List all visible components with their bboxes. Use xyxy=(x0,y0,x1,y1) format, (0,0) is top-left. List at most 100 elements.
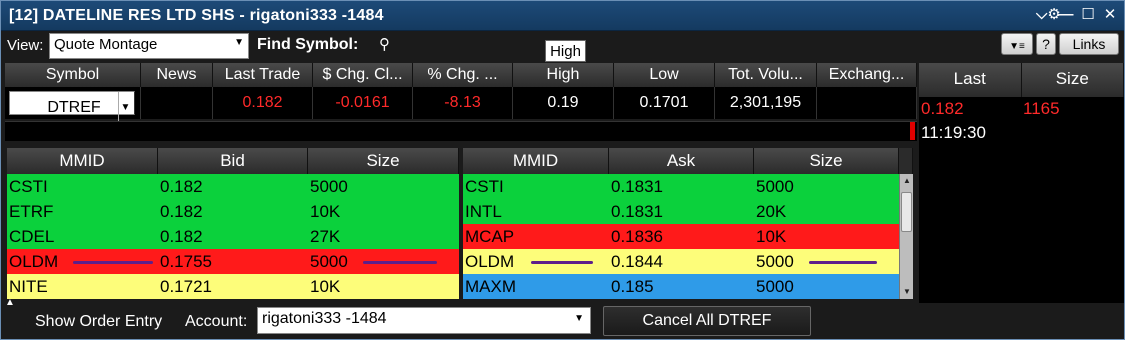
links-button[interactable]: Links xyxy=(1059,33,1119,55)
search-icon[interactable]: ⚲ xyxy=(379,35,390,53)
bid-size: 10K xyxy=(310,202,341,221)
bid-mmid: ETRF xyxy=(9,202,54,221)
time-sales-header: Last Size xyxy=(919,63,1124,97)
symbol-cell: DTREF ▼ xyxy=(5,87,141,124)
menu-dropdown-icon: ▼≡ xyxy=(1009,41,1025,52)
footer-bar: ▲ Show Order Entry Account: rigatoni333 … xyxy=(1,297,1124,339)
bid-row[interactable]: NITE 0.1721 10K xyxy=(7,274,459,299)
chevron-down-icon: ▼ xyxy=(574,313,584,324)
ask-col-header-ask[interactable]: Ask xyxy=(609,148,754,174)
bid-price: 0.182 xyxy=(160,202,203,221)
bid-row[interactable]: OLDM 0.1755 5000 xyxy=(7,249,459,274)
col-header-symbol[interactable]: Symbol xyxy=(5,63,141,87)
ask-row[interactable]: INTL 0.1831 20K xyxy=(463,199,899,224)
chart-strip xyxy=(5,121,917,141)
col-header-news[interactable]: News xyxy=(141,63,213,87)
news-cell[interactable] xyxy=(141,87,213,119)
bid-col-header-mmid[interactable]: MMID xyxy=(7,148,158,174)
col-header-high[interactable]: High xyxy=(513,63,614,87)
ask-mmid: INTL xyxy=(465,202,502,221)
view-menu-button[interactable]: ▼≡ xyxy=(1001,33,1033,55)
scroll-up-icon[interactable]: ▲ xyxy=(900,174,914,188)
account-value: rigatoni333 -1484 xyxy=(262,310,387,327)
ask-price: 0.1836 xyxy=(611,227,663,246)
view-label: View: xyxy=(7,37,44,54)
maximize-icon[interactable]: ☐ xyxy=(1080,6,1096,24)
view-select-value: Quote Montage xyxy=(54,36,158,53)
bid-row[interactable]: CSTI 0.182 5000 xyxy=(7,174,459,199)
last-trade-value: 0.182 xyxy=(213,87,313,119)
bid-col-header-bid[interactable]: Bid xyxy=(158,148,308,174)
bid-col-header-size[interactable]: Size xyxy=(308,148,459,174)
ask-row[interactable]: MAXM 0.185 5000 xyxy=(463,274,899,299)
ask-mmid: CSTI xyxy=(465,177,504,196)
ask-size: 5000 xyxy=(756,177,794,196)
ask-row[interactable]: MCAP 0.1836 10K xyxy=(463,224,899,249)
ask-table-scrollbar[interactable]: ▲ ▼ xyxy=(899,174,913,299)
chevron-down-icon: ▼ xyxy=(234,37,244,48)
ask-row[interactable]: OLDM 0.1844 5000 xyxy=(463,249,899,274)
account-label: Account: xyxy=(185,313,248,330)
col-header-total-volume[interactable]: Tot. Volu... xyxy=(715,63,817,87)
account-select[interactable]: rigatoni333 -1484 ▼ xyxy=(257,307,591,334)
low-value: 0.1701 xyxy=(614,87,715,119)
ask-row[interactable]: CSTI 0.1831 5000 xyxy=(463,174,899,199)
annotation-underline xyxy=(363,261,437,264)
annotation-underline xyxy=(73,261,153,264)
ask-mmid: MAXM xyxy=(465,277,516,296)
col-header-pct-change[interactable]: % Chg. ... xyxy=(413,63,513,87)
scroll-thumb[interactable] xyxy=(901,192,912,232)
ask-mmid: MCAP xyxy=(465,227,515,246)
ask-price: 0.1831 xyxy=(611,177,663,196)
bid-size: 5000 xyxy=(310,177,348,196)
bid-size: 27K xyxy=(310,227,341,246)
bid-price: 0.182 xyxy=(160,227,203,246)
ts-col-header-last[interactable]: Last xyxy=(919,63,1022,97)
annotation-underline xyxy=(809,261,877,264)
ts-size: 1165 xyxy=(1023,99,1060,118)
scroll-down-icon[interactable]: ▼ xyxy=(900,285,914,299)
bid-price: 0.182 xyxy=(160,177,203,196)
window-controls: ⌵⚙ — ☐ ✕ xyxy=(1036,6,1118,24)
close-icon[interactable]: ✕ xyxy=(1102,6,1118,24)
symbol-select[interactable]: DTREF ▼ xyxy=(9,91,135,124)
quote-montage-window: [12] DATELINE RES LTD SHS - rigatoni333 … xyxy=(0,0,1125,340)
col-header-exchange[interactable]: Exchang... xyxy=(817,63,917,87)
col-header-low[interactable]: Low xyxy=(614,63,715,87)
title-bar[interactable]: [12] DATELINE RES LTD SHS - rigatoni333 … xyxy=(1,1,1124,31)
bid-price: 0.1755 xyxy=(160,252,212,271)
total-volume-value: 2,301,195 xyxy=(715,87,817,119)
ts-col-header-size[interactable]: Size xyxy=(1021,63,1124,97)
bid-row[interactable]: ETRF 0.182 10K xyxy=(7,199,459,224)
minimize-icon[interactable]: — xyxy=(1058,6,1074,24)
bid-table: MMID Bid Size CSTI 0.182 5000 ETRF 0.182… xyxy=(7,148,459,299)
cancel-all-button[interactable]: Cancel All DTREF xyxy=(603,306,811,336)
col-header-last-trade[interactable]: Last Trade xyxy=(213,63,313,87)
symbol-value: DTREF xyxy=(47,99,101,116)
col-header-dollar-change[interactable]: $ Chg. Cl... xyxy=(313,63,413,87)
ask-col-header-size[interactable]: Size xyxy=(754,148,899,174)
bid-mmid: NITE xyxy=(9,277,48,296)
bid-row[interactable]: CDEL 0.182 27K xyxy=(7,224,459,249)
price-tick-indicator xyxy=(910,122,915,140)
time-sales-panel: 0.182 1165 11:19:30 xyxy=(919,97,1124,303)
scrollbar-header-spacer xyxy=(899,148,913,174)
quote-header-row: Symbol News Last Trade $ Chg. Cl... % Ch… xyxy=(5,63,917,87)
ask-col-header-mmid[interactable]: MMID xyxy=(463,148,609,174)
quote-row: DTREF ▼ 0.182 -0.0161 -8.13 0.19 0.1701 … xyxy=(5,87,917,124)
chevron-down-icon: ▼ xyxy=(118,92,132,124)
window-title: [12] DATELINE RES LTD SHS - rigatoni333 … xyxy=(9,7,384,24)
settings-gear-icon[interactable]: ⌵⚙ xyxy=(1036,6,1061,24)
show-order-entry-toggle[interactable]: Show Order Entry xyxy=(35,313,162,331)
view-select[interactable]: Quote Montage ▼ xyxy=(49,33,249,59)
find-symbol-label: Find Symbol: xyxy=(257,36,359,53)
pct-change-value: -8.13 xyxy=(413,87,513,119)
high-value: 0.19 xyxy=(513,87,614,119)
dollar-change-value: -0.0161 xyxy=(313,87,413,119)
ask-table-header: MMID Ask Size xyxy=(463,148,913,174)
ask-price: 0.1831 xyxy=(611,202,663,221)
expand-up-icon[interactable]: ▲ xyxy=(5,297,15,308)
ask-table: MMID Ask Size CSTI 0.1831 5000 INTL 0.18… xyxy=(463,148,913,299)
help-button[interactable]: ? xyxy=(1036,33,1056,55)
ask-size: 5000 xyxy=(756,277,794,296)
